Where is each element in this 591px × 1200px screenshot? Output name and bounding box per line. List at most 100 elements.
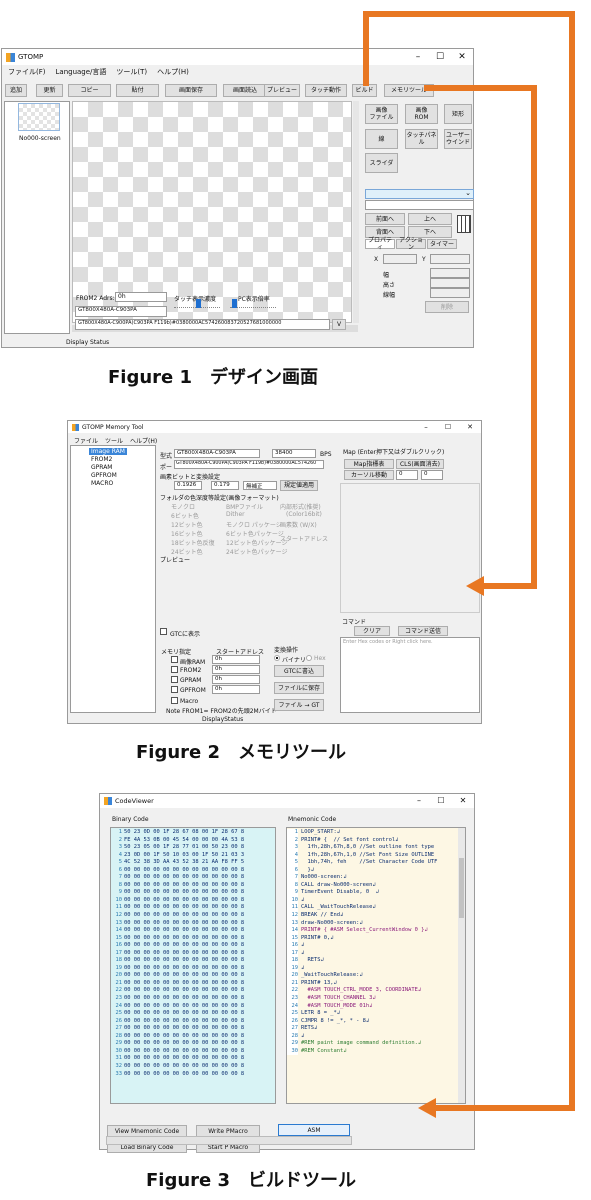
baud-select[interactable]: 38400 <box>272 449 316 458</box>
option-mono[interactable]: モノクロ <box>171 502 195 511</box>
mem-addr-from2[interactable]: 0h <box>212 665 260 674</box>
mem-check-imageram[interactable] <box>171 656 178 663</box>
cls-button[interactable]: CLS(画面消去) <box>396 459 444 469</box>
cursor-y-input[interactable]: 0 <box>421 470 443 480</box>
tab-action[interactable]: アクション <box>396 237 426 251</box>
object-select-dropdown[interactable]: ⌄ <box>365 189 474 199</box>
x-ratio-input[interactable]: 0.1926 <box>174 481 202 490</box>
option-24bit-pkg[interactable]: 24ビット色パッケージ <box>226 547 288 556</box>
option-6bit[interactable]: 6ビット色 <box>171 511 199 520</box>
cursor-move-button[interactable]: カーソル移動 <box>344 470 394 480</box>
minimize-icon[interactable]: – <box>415 421 437 433</box>
port-path-field[interactable]: GT800X480A-C900PA(C903PA F119b)#0380000A… <box>75 319 330 330</box>
maximize-icon[interactable]: ☐ <box>429 49 451 65</box>
pc-slider-thumb[interactable] <box>232 299 237 308</box>
option-mono-pkg[interactable]: モノクロ パッケージ <box>226 520 282 529</box>
close-icon[interactable]: ✕ <box>452 794 474 808</box>
maximize-icon[interactable]: ☐ <box>437 421 459 433</box>
touch-panel-button[interactable]: タッチパネ ル <box>405 129 438 149</box>
design-canvas[interactable] <box>72 101 352 323</box>
rectangle-button[interactable]: 矩形 <box>444 104 472 124</box>
save-screen-button[interactable]: 画面保存 <box>165 84 217 97</box>
prop-width-field[interactable] <box>430 268 470 278</box>
mem-check-gpfrom[interactable] <box>171 686 178 693</box>
option-dither[interactable]: Dither <box>226 511 245 518</box>
tree-item-macro[interactable]: MACRO <box>91 480 113 487</box>
option-12bit-pkg[interactable]: 12ビット色パッケージ <box>226 538 288 547</box>
trash-icon[interactable] <box>457 215 471 233</box>
prop-x-field[interactable] <box>383 254 417 264</box>
touch-slider-thumb[interactable] <box>196 299 201 308</box>
apply-default-button[interactable]: 規定値適用 <box>280 480 318 491</box>
option-internal[interactable]: 内部形式(推奨) <box>280 502 321 511</box>
copy-button[interactable]: コピー <box>68 84 111 97</box>
send-command-button[interactable]: コマンド送信 <box>398 626 448 636</box>
correction-select[interactable]: 無補正 <box>243 481 277 490</box>
model-select[interactable]: GT800X480A-C903PA <box>75 306 167 317</box>
mem-check-gpram[interactable] <box>171 676 178 683</box>
mem-check-macro[interactable] <box>171 697 178 704</box>
menu-tools[interactable]: ツール <box>105 436 123 445</box>
object-name-field[interactable] <box>365 200 474 210</box>
image-rom-button[interactable]: 画像 ROM <box>405 104 438 124</box>
command-input[interactable]: Enter Hex codes or Right click here. <box>340 637 480 713</box>
line-button[interactable]: 線 <box>365 129 398 149</box>
tree-item-from2[interactable]: FROM2 <box>91 456 112 463</box>
screen-thumbnail[interactable] <box>18 103 60 131</box>
minimize-icon[interactable]: – <box>408 794 430 808</box>
menu-file[interactable]: ファイル(F) <box>8 67 46 77</box>
canvas-scrollbar-v[interactable] <box>353 101 359 323</box>
cursor-x-input[interactable]: 0 <box>396 470 418 480</box>
gtc-display-checkbox[interactable] <box>160 628 167 635</box>
image-file-button[interactable]: 画像 ファイル <box>365 104 398 124</box>
tab-properties[interactable]: プロパティ <box>365 237 395 251</box>
bring-front-button[interactable]: 前面へ <box>365 213 405 225</box>
option-18bit[interactable]: 18ビット色反復 <box>171 538 215 547</box>
close-icon[interactable]: ✕ <box>451 49 473 65</box>
option-16bit[interactable]: 16ビット色 <box>171 529 203 538</box>
touch-opacity-slider[interactable] <box>174 299 220 308</box>
delete-button[interactable]: 削除 <box>425 301 469 313</box>
memory-tool-button[interactable]: メモリツール <box>384 84 434 97</box>
model-select[interactable]: GT800X480A-C903PA <box>174 449 260 458</box>
mem-addr-imageram[interactable]: 0h <box>212 655 260 664</box>
menu-help[interactable]: ヘルプ(H) <box>130 436 157 445</box>
maximize-icon[interactable]: ☐ <box>430 794 452 808</box>
paste-button[interactable]: 貼付 <box>116 84 159 97</box>
close-icon[interactable]: ✕ <box>459 421 481 433</box>
mem-check-from2[interactable] <box>171 666 178 673</box>
minimize-icon[interactable]: – <box>407 49 429 65</box>
hex-radio[interactable] <box>306 655 312 661</box>
menu-language[interactable]: Language/言語 <box>56 67 107 77</box>
clear-button[interactable]: クリア <box>354 626 390 636</box>
tab-timer[interactable]: タイマー <box>427 239 457 249</box>
write-gtc-button[interactable]: GTCに書込 <box>274 665 324 677</box>
option-bmp[interactable]: BMPファイル <box>226 502 263 511</box>
prop-linewidth-field[interactable] <box>430 288 470 298</box>
binary-code-panel[interactable]: 1 2 3 4 5 6 7 8 9 10 11 12 13 14 15 16 17 18 19 20 21 22 23 24 2… <box>110 827 276 1104</box>
port-select[interactable]: GT800X480A-C900PA(C903PA F119b)#0380000A… <box>174 460 324 469</box>
add-button[interactable]: 追加 <box>5 84 27 97</box>
scrollbar-thumb[interactable] <box>459 858 464 918</box>
from2-address-input[interactable]: 0h <box>115 292 167 302</box>
save-file-button[interactable]: ファイルに保存 <box>274 682 324 694</box>
port-path-button[interactable]: V <box>332 319 346 330</box>
binary-radio[interactable] <box>274 655 280 661</box>
mnemonic-code-panel[interactable]: 1 2 3 4 5 6 7 8 9 10 11 12 13 14 15 16 17 18 19 20 21 22 23 24 2… <box>286 827 466 1104</box>
mem-addr-gpram[interactable]: 0h <box>212 675 260 684</box>
map-index-button[interactable]: Map指標表 <box>344 459 394 469</box>
build-button[interactable]: ビルド <box>352 84 377 97</box>
option-12bit[interactable]: 12ビット色 <box>171 520 203 529</box>
menu-help[interactable]: ヘルプ(H) <box>157 67 189 77</box>
tree-item-image-ram[interactable]: Image RAM <box>89 448 127 455</box>
prop-height-field[interactable] <box>430 278 470 288</box>
tree-item-gpram[interactable]: GPRAM <box>91 464 112 471</box>
up-button[interactable]: 上へ <box>408 213 452 225</box>
slider-button[interactable]: スライダ <box>365 153 398 173</box>
update-button[interactable]: 更新 <box>36 84 63 97</box>
y-ratio-input[interactable]: 0.179 <box>211 481 239 490</box>
menu-file[interactable]: ファイル <box>74 436 98 445</box>
preview-button[interactable]: プレビュー <box>264 84 300 97</box>
option-6bit-pkg[interactable]: 6ビット色パッケージ <box>226 529 284 538</box>
prop-y-field[interactable] <box>430 254 470 264</box>
